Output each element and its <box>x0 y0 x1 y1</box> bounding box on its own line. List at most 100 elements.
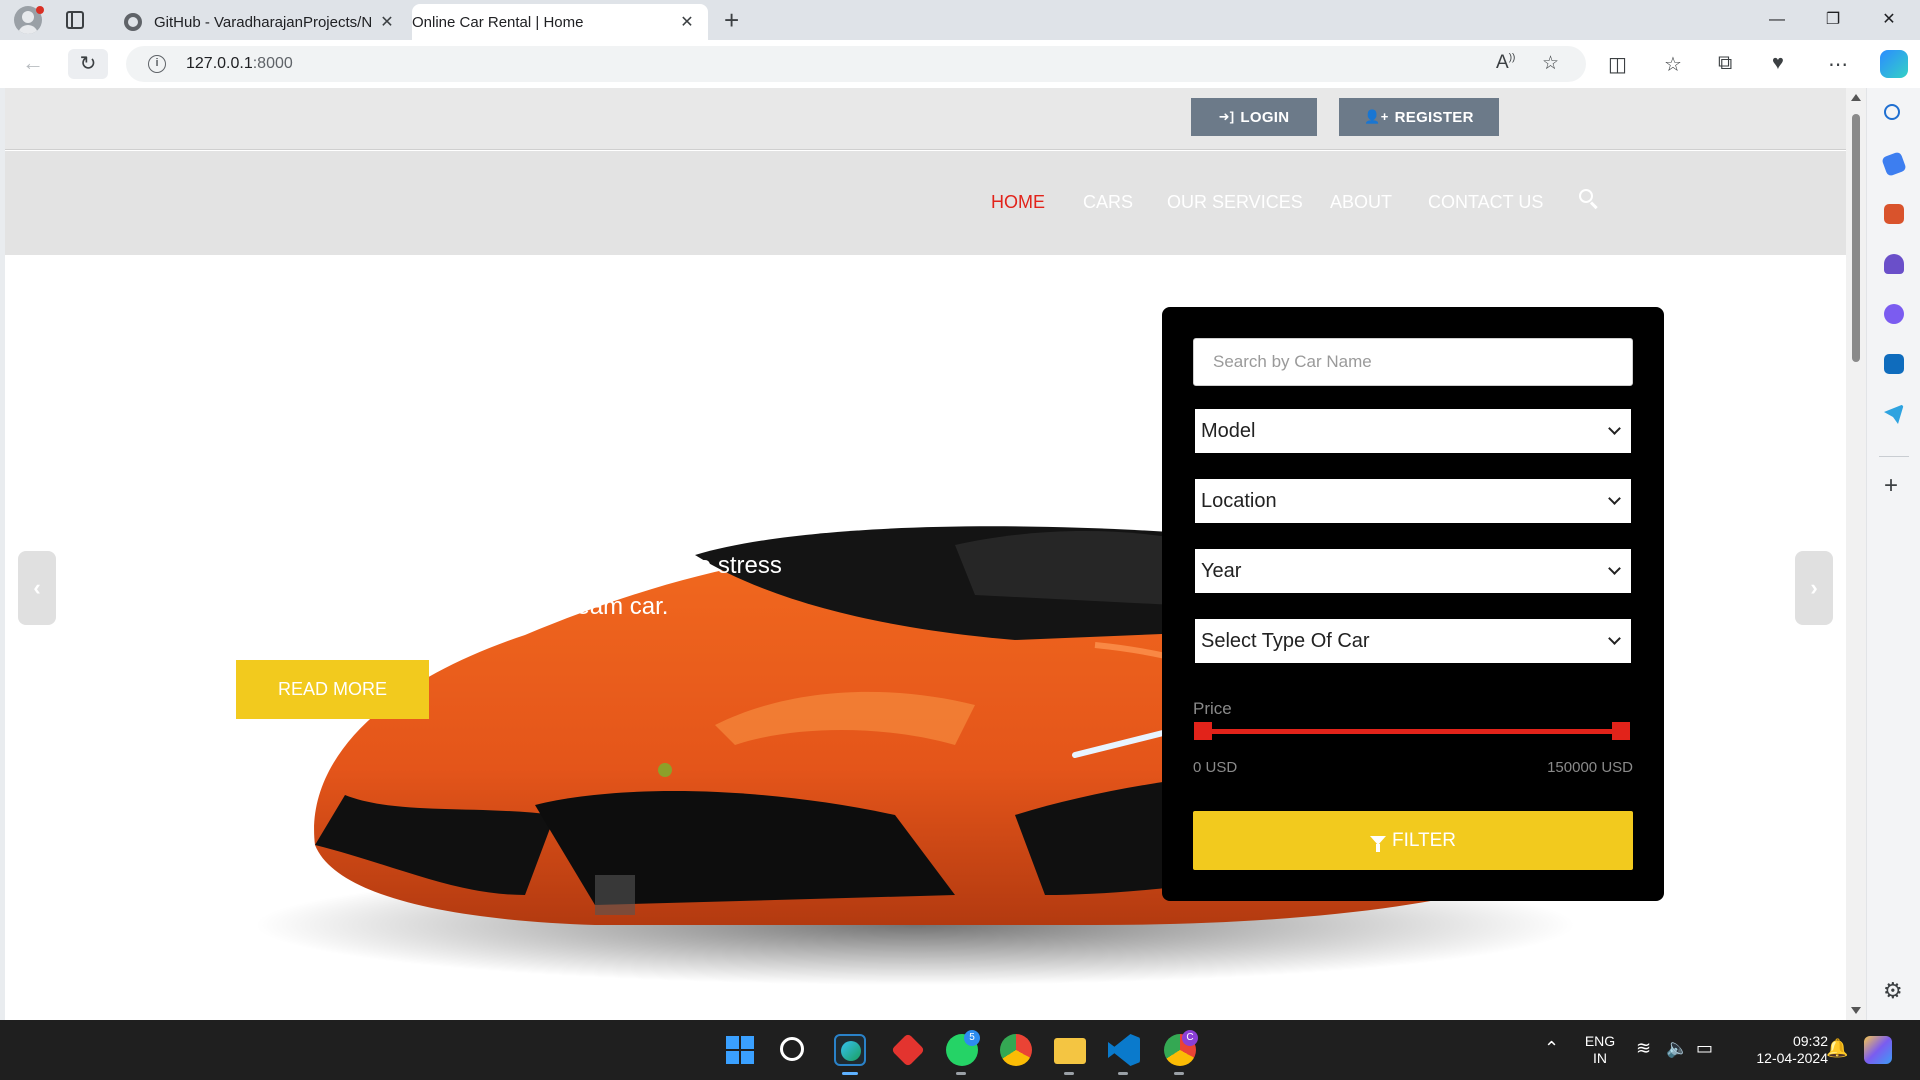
close-tab-icon[interactable]: ✕ <box>676 12 698 32</box>
price-slider-max-handle[interactable] <box>1612 722 1630 740</box>
notification-bell-icon[interactable]: 🔔 <box>1826 1038 1848 1059</box>
hero-slider: ONE through the innovative stress inding… <box>5 255 1846 1020</box>
notification-dot <box>36 6 44 14</box>
vscode-icon[interactable] <box>1108 1034 1140 1066</box>
file-explorer-icon[interactable] <box>1054 1038 1086 1064</box>
collections-icon[interactable]: ⧉ <box>1718 52 1732 75</box>
sidebar-divider <box>1879 456 1909 457</box>
car-filter-panel: Search by Car Name Model Location Year S… <box>1162 307 1664 901</box>
price-slider-track[interactable] <box>1202 729 1620 734</box>
address-bar: ← ↻ i 127.0.0.1:8000 A)) ☆ ◫ ☆ ⧉ ♥ ⋯ <box>0 40 1920 88</box>
app-indicator <box>1064 1072 1074 1075</box>
scroll-down-icon[interactable] <box>1851 1007 1861 1014</box>
nav-contact-us[interactable]: CONTACT US <box>1428 192 1543 213</box>
clock[interactable]: 09:32 12-04-2024 <box>1732 1033 1828 1067</box>
site-info-icon[interactable]: i <box>148 55 166 73</box>
chevron-down-icon <box>1608 492 1621 505</box>
nav-our-services[interactable]: OUR SERVICES <box>1167 192 1303 213</box>
register-button[interactable]: 👤+ REGISTER <box>1339 98 1499 136</box>
more-options-icon[interactable]: ⋯ <box>1828 52 1848 77</box>
language-indicator[interactable]: ENG IN <box>1578 1033 1622 1067</box>
tab-title: GitHub - VaradharajanProjects/N <box>154 13 373 31</box>
login-label: LOGIN <box>1240 108 1290 126</box>
filter-button[interactable]: FILTER <box>1193 811 1633 870</box>
back-icon[interactable]: ← <box>22 50 44 76</box>
scroll-thumb[interactable] <box>1852 114 1860 362</box>
app-indicator <box>956 1072 966 1075</box>
page-viewport: ➜] LOGIN 👤+ REGISTER HOME CARS OUR SERVI… <box>5 88 1846 1020</box>
tab-title: Online Car Rental | Home <box>412 13 584 31</box>
windows-taskbar: 5 C ⌃ ENG IN ≋ 🔈 ▭ 09:32 12-04-2024 🔔 <box>0 1020 1920 1080</box>
year-select[interactable]: Year <box>1192 546 1634 596</box>
chevron-down-icon <box>1608 422 1621 435</box>
hero-description: through the innovative stress inding you… <box>431 552 782 620</box>
new-tab-icon[interactable]: + <box>724 6 739 34</box>
nav-home[interactable]: HOME <box>991 192 1045 213</box>
edge-browser-icon[interactable] <box>834 1034 866 1066</box>
settings-gear-icon[interactable]: ⚙ <box>1883 978 1903 1004</box>
nav-about[interactable]: ABOUT <box>1330 192 1392 213</box>
chevron-down-icon <box>1608 632 1621 645</box>
split-screen-icon[interactable]: ◫ <box>1608 52 1627 77</box>
close-window-icon[interactable]: ✕ <box>1864 6 1914 34</box>
shopping-tag-icon[interactable] <box>1881 151 1907 177</box>
windows-start-icon[interactable] <box>726 1036 754 1064</box>
active-app-indicator <box>842 1072 858 1075</box>
reload-icon[interactable]: ↻ <box>68 49 108 79</box>
model-select[interactable]: Model <box>1192 406 1634 456</box>
page-scrollbar[interactable] <box>1846 88 1866 1020</box>
car-name-search-input[interactable]: Search by Car Name <box>1193 338 1633 386</box>
taskbar-search-icon[interactable] <box>780 1037 804 1061</box>
add-icon[interactable]: + <box>1884 472 1898 500</box>
minimize-icon[interactable]: — <box>1752 6 1802 34</box>
sidebar-search-icon[interactable] <box>1884 104 1900 120</box>
browser-tab-car-rental[interactable]: Online Car Rental | Home ✕ <box>412 4 708 192</box>
filter-icon <box>1369 836 1386 852</box>
app-indicator <box>1118 1072 1128 1075</box>
volume-icon[interactable]: 🔈 <box>1666 1038 1688 1059</box>
restore-icon[interactable]: ❐ <box>1808 6 1858 34</box>
location-select[interactable]: Location <box>1192 476 1634 526</box>
tab-actions-icon[interactable] <box>66 11 84 29</box>
chevron-right-icon[interactable]: › <box>1795 551 1833 625</box>
read-more-button[interactable]: READ MORE <box>236 660 429 719</box>
games-icon[interactable] <box>1884 254 1904 274</box>
copilot-icon[interactable] <box>1880 50 1908 78</box>
close-tab-icon[interactable]: ✕ <box>376 12 398 32</box>
chevron-left-icon[interactable]: ‹ <box>18 551 56 625</box>
car-type-select[interactable]: Select Type Of Car <box>1192 616 1634 666</box>
url-field[interactable]: i 127.0.0.1:8000 A)) ☆ <box>126 46 1586 82</box>
chrome-icon[interactable] <box>1000 1034 1032 1066</box>
login-button[interactable]: ➜] LOGIN <box>1191 98 1317 136</box>
wifi-icon[interactable]: ≋ <box>1636 1038 1651 1059</box>
search-icon[interactable] <box>1577 187 1603 213</box>
main-navbar: HOME CARS OUR SERVICES ABOUT CONTACT US <box>5 151 1846 255</box>
nav-cars[interactable]: CARS <box>1083 192 1133 213</box>
drop-icon[interactable] <box>1884 404 1904 424</box>
read-aloud-icon[interactable]: A)) <box>1496 52 1515 74</box>
browser-tab-bar: GitHub - VaradharajanProjects/N ✕ Online… <box>0 0 1920 192</box>
favorite-star-icon[interactable]: ☆ <box>1542 52 1559 75</box>
app-indicator <box>1174 1072 1184 1075</box>
favorites-icon[interactable]: ☆ <box>1664 52 1682 77</box>
price-slider-min-handle[interactable] <box>1194 722 1212 740</box>
price-max-value: 150000 USD <box>1547 759 1633 776</box>
user-plus-icon: 👤+ <box>1364 109 1389 124</box>
chrome-profile-badge: C <box>1182 1030 1198 1046</box>
register-label: REGISTER <box>1394 108 1474 126</box>
browser-essentials-icon[interactable]: ♥ <box>1772 52 1784 75</box>
price-label: Price <box>1193 699 1232 718</box>
copilot-taskbar-icon[interactable] <box>1864 1036 1892 1064</box>
battery-icon[interactable]: ▭ <box>1696 1038 1713 1059</box>
scroll-up-icon[interactable] <box>1851 94 1861 101</box>
tools-icon[interactable] <box>1884 204 1904 224</box>
git-client-icon[interactable] <box>891 1033 925 1067</box>
browser-tab-github[interactable]: GitHub - VaradharajanProjects/N ✕ <box>112 4 408 40</box>
show-hidden-icons-icon[interactable]: ⌃ <box>1544 1038 1559 1059</box>
sign-in-icon: ➜] <box>1218 109 1235 124</box>
microsoft-365-icon[interactable] <box>1884 304 1904 324</box>
outlook-icon[interactable] <box>1884 354 1904 374</box>
price-min-value: 0 USD <box>1193 759 1238 776</box>
edge-sidebar: + ⚙ <box>1866 88 1920 1020</box>
whatsapp-badge: 5 <box>964 1030 980 1046</box>
